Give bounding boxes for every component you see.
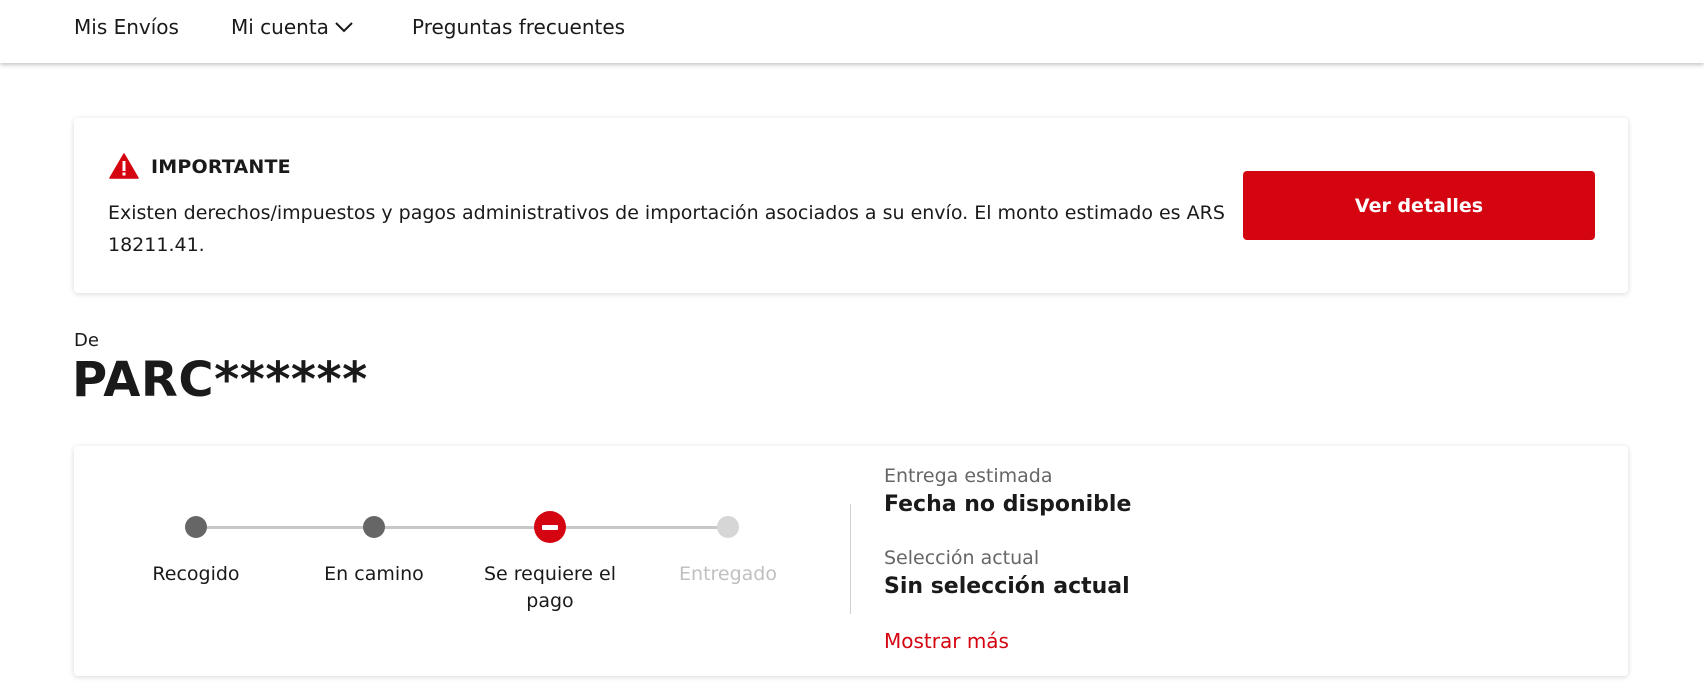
- step-dot-entregado: [717, 516, 739, 538]
- estimated-delivery-label: Entrega estimada: [884, 465, 1053, 487]
- show-more-link[interactable]: Mostrar más: [884, 629, 1009, 653]
- alert-message: Existen derechos/impuestos y pagos admin…: [108, 202, 1225, 256]
- view-details-button[interactable]: Ver detalles: [1243, 171, 1595, 240]
- step-dot-recogido: [185, 516, 207, 538]
- step-label-recogido: Recogido: [152, 563, 240, 585]
- sender-name: PARC******: [72, 352, 368, 408]
- step-label-pago: Se requiere el pago: [483, 563, 617, 612]
- top-navigation: Mis Envíos Mi cuenta Preguntas frecuente…: [0, 0, 1704, 63]
- warning-triangle-icon: [109, 153, 139, 179]
- nav-mis-envios[interactable]: Mis Envíos: [74, 15, 179, 39]
- import-duties-alert: IMPORTANTE Existen derechos/impuestos y …: [74, 118, 1628, 293]
- nav-preguntas-frecuentes[interactable]: Preguntas frecuentes: [412, 15, 625, 39]
- tracking-card: Recogido En camino Se requiere el pago E…: [74, 446, 1628, 676]
- step-label-entregado: Entregado: [679, 563, 777, 585]
- progress-line-pending: [552, 526, 727, 529]
- nav-mi-cuenta[interactable]: Mi cuenta: [231, 15, 353, 39]
- nav-mi-cuenta-label: Mi cuenta: [231, 15, 329, 39]
- sender-label: De: [74, 330, 99, 351]
- estimated-delivery-value: Fecha no disponible: [884, 492, 1132, 517]
- payment-required-icon: [534, 511, 566, 543]
- alert-title: IMPORTANTE: [151, 156, 291, 178]
- step-dot-en-camino: [363, 516, 385, 538]
- chevron-down-icon: [335, 21, 353, 32]
- divider: [850, 504, 851, 614]
- step-label-en-camino: En camino: [324, 563, 424, 585]
- current-selection-label: Selección actual: [884, 547, 1040, 569]
- current-selection-value: Sin selección actual: [884, 574, 1130, 599]
